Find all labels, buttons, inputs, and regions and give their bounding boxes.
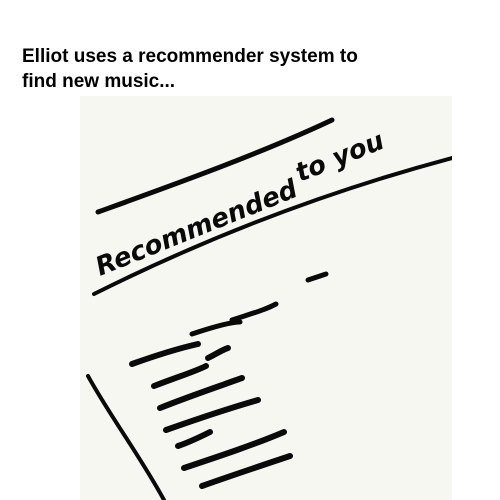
- list-item-scribble-6: [151, 363, 209, 389]
- list-item-scribble-7: [157, 375, 245, 411]
- list-item-scribble-1: [305, 271, 329, 283]
- paper-left-edge-line: [86, 374, 166, 500]
- caption-line-1: Elliot uses a recommender system to: [22, 46, 358, 67]
- list-item-scribble-3: [229, 301, 279, 323]
- list-item-scribble-8: [163, 397, 261, 433]
- recommended-heading: Recommended: [91, 174, 302, 282]
- heading-underline: [92, 156, 452, 296]
- caption-text: Elliot uses a recommender system to find…: [22, 44, 492, 94]
- list-item-scribble-5: [205, 345, 231, 361]
- sketch-panel: Recommended to you: [80, 96, 452, 500]
- hand-drawn-sketch: Recommended to you: [86, 117, 452, 500]
- list-item-scribble-9: [175, 429, 213, 449]
- list-item-scribble-2: [189, 319, 243, 337]
- list-item-scribble-4: [129, 341, 201, 367]
- caption-line-2: find new music...: [22, 71, 176, 92]
